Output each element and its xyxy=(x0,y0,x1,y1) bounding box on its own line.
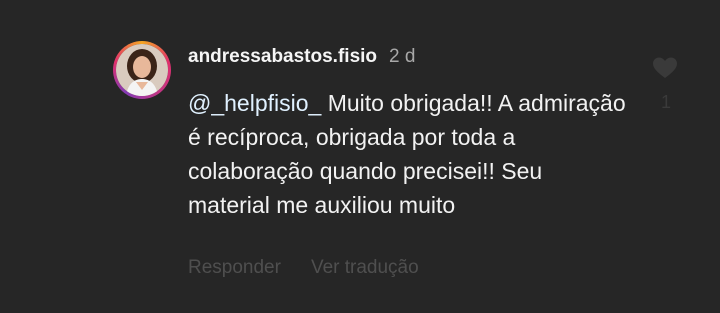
comment-item: andressabastos.fisio 2 d @_helpfisio_ Mu… xyxy=(0,0,720,313)
mention-link[interactable]: @_helpfisio_ xyxy=(188,90,321,116)
heart-icon[interactable] xyxy=(652,56,678,80)
story-ring[interactable] xyxy=(113,41,171,99)
comment-header: andressabastos.fisio 2 d xyxy=(188,46,415,74)
comment-body: @_helpfisio_ Muito obrigada!! A admiraçã… xyxy=(188,86,628,222)
timestamp: 2 d xyxy=(389,46,416,67)
avatar[interactable] xyxy=(116,44,168,96)
username[interactable]: andressabastos.fisio xyxy=(188,46,377,68)
avatar-photo-icon xyxy=(116,44,168,96)
translate-button[interactable]: Ver tradução xyxy=(311,257,419,279)
comment-actions: Responder Ver tradução xyxy=(188,257,419,279)
like-count: 1 xyxy=(661,92,672,112)
reply-button[interactable]: Responder xyxy=(188,257,281,279)
